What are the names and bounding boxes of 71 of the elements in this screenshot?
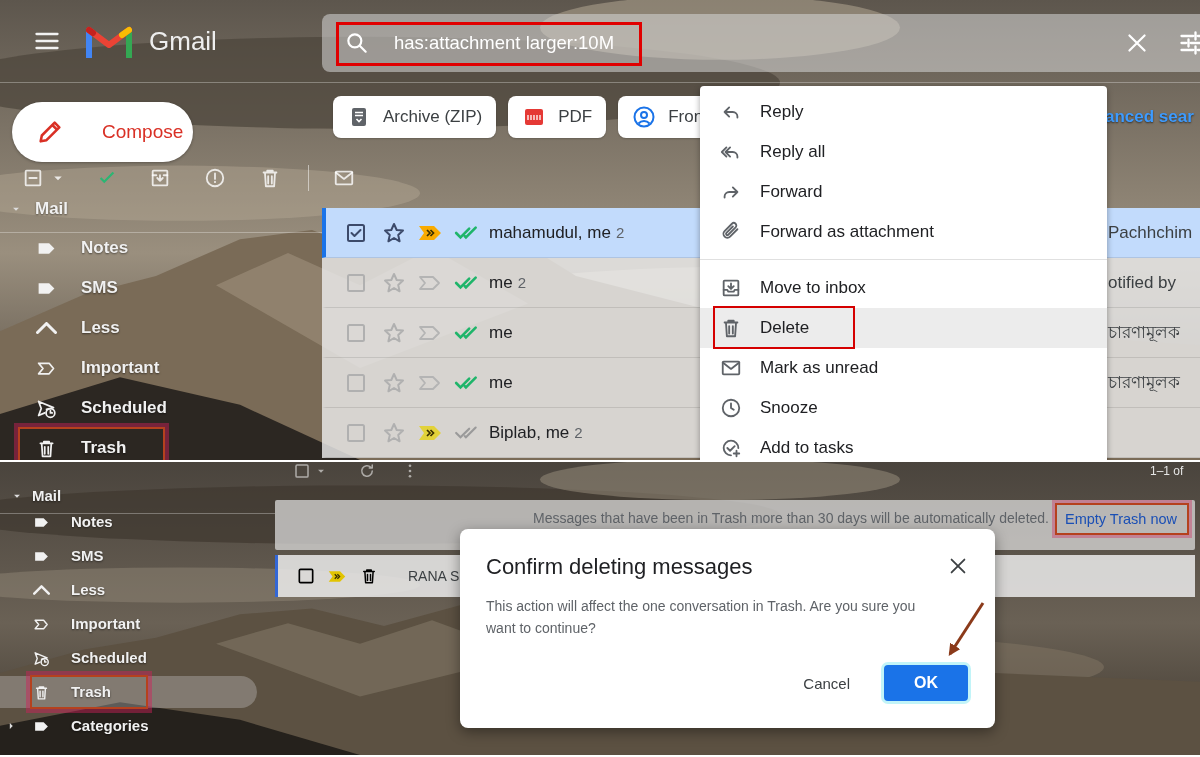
email-snippet: চারণামূলক (1108, 371, 1181, 394)
menu-item[interactable]: Delete (700, 308, 1107, 348)
empty-trash-link[interactable]: Empty Trash now (1065, 511, 1177, 527)
email-snippet: Pachhchim (1108, 222, 1194, 243)
thread-count: 2 (574, 424, 583, 441)
menu-item[interactable]: Forward as attachment (700, 212, 1107, 252)
refresh-icon[interactable] (358, 462, 376, 480)
thread-count: 2 (615, 224, 625, 241)
chevron-up-icon (33, 585, 50, 595)
star-icon[interactable] (382, 370, 406, 395)
move-to-inbox-icon (720, 277, 742, 299)
sidebar-item[interactable]: Important (0, 614, 141, 634)
dialog-message: This action will affect the one conversation in Trash. Are you sure you want to continue? (485, 597, 917, 638)
importance-marker-icon[interactable] (418, 324, 442, 341)
importance-marker-icon[interactable] (418, 424, 442, 441)
app-name: Gmail (149, 25, 217, 57)
filter-options-icon[interactable] (1178, 28, 1200, 57)
thread-count: 2 (517, 274, 526, 291)
clock-icon (720, 397, 742, 419)
menu-item[interactable]: Add to tasks (700, 428, 1107, 460)
scheduled-icon (33, 649, 50, 667)
pencil-icon (36, 118, 64, 146)
archive-icon[interactable] (149, 167, 171, 189)
sender-name: mahamudul, me (489, 222, 611, 243)
ok-button[interactable]: OK (884, 665, 968, 701)
email-snippet: চারণামূলক (1108, 321, 1181, 344)
banner-text: Messages that have been in Trash more than 30 days will be automatically deleted. (533, 510, 1049, 526)
menu-item[interactable]: Snooze (700, 388, 1107, 428)
sidebar-item[interactable]: Less (0, 318, 120, 338)
importance-marker-icon[interactable] (418, 374, 442, 391)
sender-name: Biplab, me (489, 422, 570, 443)
star-icon[interactable] (382, 270, 406, 295)
sidebar-item[interactable]: Categories (28, 716, 149, 736)
sidebar-item[interactable]: Scheduled (0, 397, 167, 419)
sender-name: me (489, 322, 513, 343)
star-icon[interactable] (382, 420, 406, 445)
star-icon[interactable] (382, 220, 406, 245)
sidebar-item[interactable]: Trash (0, 676, 257, 708)
importance-marker-icon[interactable] (328, 569, 346, 583)
sender-name: me (489, 272, 513, 293)
select-checkbox-icon[interactable] (22, 167, 44, 189)
sidebar-item[interactable]: Less (0, 580, 106, 600)
sidebar-item[interactable]: Important (0, 357, 160, 379)
email-snippet: otified by (1108, 272, 1178, 293)
page-count: 1–1 of (1150, 464, 1185, 478)
compose-button[interactable]: Compose (12, 102, 193, 162)
gmail-logo[interactable] (86, 24, 132, 58)
filter-chip[interactable]: PDF (508, 96, 607, 138)
chevron-up-icon (36, 322, 57, 334)
checkbox[interactable] (296, 566, 316, 586)
importance-marker-icon[interactable] (418, 224, 442, 241)
cancel-button[interactable]: Cancel (793, 666, 860, 700)
menu-item[interactable]: Move to inbox (700, 268, 1107, 308)
account-icon (632, 105, 657, 129)
star-icon[interactable] (382, 320, 406, 345)
sidebar-item[interactable]: Notes (0, 512, 113, 532)
sidebar-item[interactable]: SMS (0, 546, 104, 566)
report-spam-icon[interactable] (204, 167, 226, 189)
trash-icon (33, 683, 50, 701)
select-checkbox-icon[interactable] (293, 462, 311, 480)
add-task-icon (720, 437, 742, 459)
filter-chip[interactable]: Archive (ZIP) (333, 96, 497, 138)
section-heading: Mail (35, 199, 69, 219)
trash-icon[interactable] (360, 567, 378, 585)
sender-name: me (489, 372, 513, 393)
sender-name: RANA S (408, 568, 460, 584)
dialog-title: Confirm deleting messages (485, 553, 753, 581)
sidebar-item[interactable]: Trash (0, 437, 127, 459)
section-heading: Mail (32, 487, 62, 504)
sidebar-item[interactable]: Scheduled (0, 648, 147, 668)
importance-marker-icon[interactable] (418, 274, 442, 291)
